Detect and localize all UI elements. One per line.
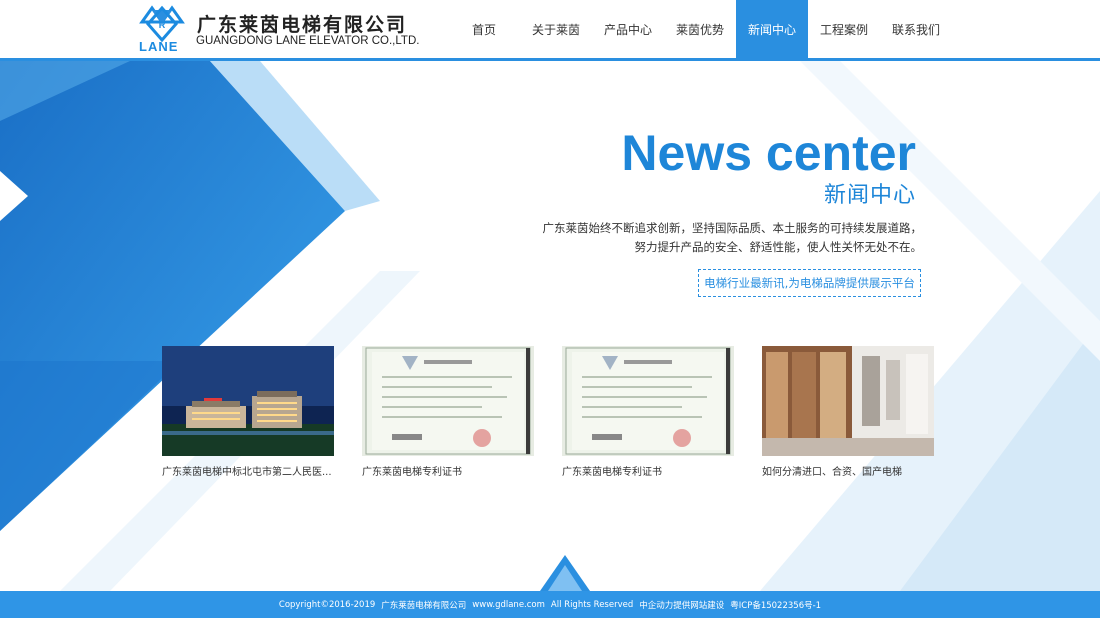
nav-item-contact[interactable]: 联系我们 — [880, 0, 952, 58]
description-line-1: 广东莱茵始终不断追求创新，坚持国际品质、本土服务的可持续发展道路， — [542, 221, 923, 235]
site-header: R LANE 广东莱茵电梯有限公司 GUANGDONG LANE ELEVATO… — [0, 0, 1100, 58]
nav-item-advantages[interactable]: 莱茵优势 — [664, 0, 736, 58]
footer-copyright: Copyright©2016-2019 — [278, 599, 376, 610]
header-divider — [0, 58, 1100, 61]
news-title[interactable]: 广东莱茵电梯中标北屯市第二人民医... — [162, 463, 334, 478]
main-nav: 首页 关于莱茵 产品中心 莱茵优势 新闻中心 工程案例 联系我们 — [448, 0, 952, 58]
news-thumbnail-building[interactable] — [162, 346, 334, 456]
page: R LANE 广东莱茵电梯有限公司 GUANGDONG LANE ELEVATO… — [0, 0, 1100, 618]
description-line-2: 努力提升产品的安全、舒适性能，使人性关怀无处不在。 — [634, 240, 923, 254]
footer-builder-link[interactable]: 中企动力提供网站建设 — [639, 599, 724, 611]
footer-site-link[interactable]: www.gdlane.com — [472, 600, 545, 610]
news-title[interactable]: 广东莱茵电梯专利证书 — [362, 463, 534, 478]
hero-background — [0, 61, 1100, 591]
section-description: 广东莱茵始终不断追求创新，坚持国际品质、本土服务的可持续发展道路， 努力提升产品… — [502, 219, 923, 257]
footer-company: 广东莱茵电梯有限公司 — [381, 600, 467, 611]
news-card[interactable]: 广东莱茵电梯专利证书 — [562, 346, 734, 478]
site-footer: Copyright©2016-2019 广东莱茵电梯有限公司 www.gdlan… — [0, 591, 1100, 618]
news-thumbnail-certificate[interactable] — [362, 346, 534, 456]
logo-letter: R — [159, 20, 166, 30]
news-card[interactable]: 广东莱茵电梯中标北屯市第二人民医... — [162, 346, 334, 478]
nav-item-products[interactable]: 产品中心 — [592, 0, 664, 58]
nav-item-home[interactable]: 首页 — [448, 0, 520, 58]
footer-icp-link[interactable]: 粤ICP备15022356号-1 — [730, 599, 821, 611]
nav-item-news[interactable]: 新闻中心 — [736, 0, 808, 58]
nav-item-cases[interactable]: 工程案例 — [808, 0, 880, 58]
logo-text: LANE — [139, 39, 179, 54]
tagline-button[interactable]: 电梯行业最新讯,为电梯品牌提供展示平台 — [698, 269, 921, 297]
nav-item-about[interactable]: 关于莱茵 — [520, 0, 592, 58]
page-title-en: News center — [621, 125, 916, 181]
news-title[interactable]: 如何分清进口、合资、国产电梯 — [762, 463, 934, 478]
news-thumbnail-elevator[interactable] — [762, 346, 934, 456]
company-name-en: GUANGDONG LANE ELEVATOR CO.,LTD. — [196, 35, 420, 47]
footer-rights: All Rights Reserved — [550, 599, 634, 610]
news-title[interactable]: 广东莱茵电梯专利证书 — [562, 463, 734, 478]
company-name-cn: 广东莱茵电梯有限公司 — [197, 14, 408, 36]
news-card[interactable]: 如何分清进口、合资、国产电梯 — [762, 346, 934, 478]
page-title-cn: 新闻中心 — [823, 183, 916, 208]
news-card[interactable]: 广东莱茵电梯专利证书 — [362, 346, 534, 478]
scroll-up-icon[interactable] — [540, 555, 590, 591]
news-thumbnail-certificate[interactable] — [562, 346, 734, 456]
